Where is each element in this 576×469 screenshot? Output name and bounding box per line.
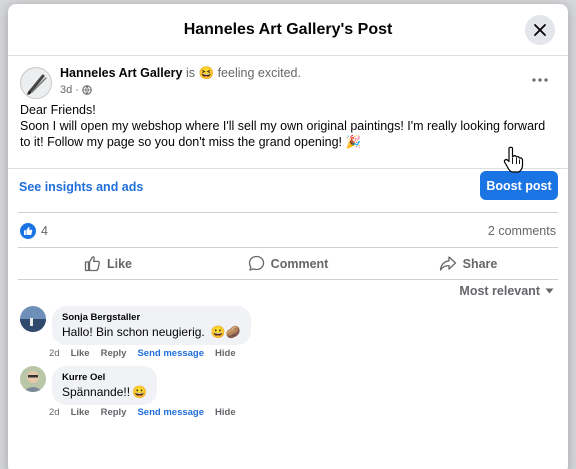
page-avatar[interactable] xyxy=(20,67,52,99)
comment-bubble-icon xyxy=(248,255,264,271)
comment-label: Comment xyxy=(270,256,329,271)
thumbs-up-icon xyxy=(84,256,100,272)
comment-count[interactable]: 2 comments xyxy=(488,224,556,238)
avatar-image xyxy=(20,366,46,392)
share-button[interactable]: Share xyxy=(378,248,558,279)
more-dots-icon xyxy=(532,78,548,82)
is-word: is xyxy=(186,66,196,80)
comment-author[interactable]: Kurre Oel xyxy=(62,372,147,383)
comment-bubble: Kurre Oel Spännande!! 😀 xyxy=(52,366,158,405)
paint-brush-icon xyxy=(22,69,51,98)
feeling-text: feeling excited. xyxy=(217,66,301,80)
commenter-avatar[interactable] xyxy=(20,366,46,392)
comment-like-button[interactable]: Like xyxy=(71,348,90,359)
author-name[interactable]: Hanneles Art Gallery xyxy=(60,66,183,80)
reactions-row: 4 2 comments xyxy=(18,212,558,247)
post-header: Hanneles Art Gallery is 😆 feeling excite… xyxy=(8,56,568,102)
author-line: Hanneles Art Gallery is 😆 feeling excite… xyxy=(60,66,301,81)
post-body: Dear Friends! Soon I will open my websho… xyxy=(8,102,568,150)
comment-author[interactable]: Sonja Bergstaller xyxy=(62,312,241,323)
post-body-line-1: Dear Friends! xyxy=(20,103,96,117)
comment-time[interactable]: 2d xyxy=(49,407,60,418)
comment-emojis: 😀🥔 xyxy=(210,325,241,339)
share-label: Share xyxy=(462,256,498,271)
post-time[interactable]: 3d xyxy=(60,84,72,96)
send-message-link[interactable]: Send message xyxy=(137,348,204,359)
dialog-header: Hanneles Art Gallery's Post xyxy=(8,4,568,56)
post-dialog: Hanneles Art Gallery's Post Hanneles Art… xyxy=(8,4,568,469)
close-icon xyxy=(534,24,546,36)
reaction-summary[interactable]: 4 xyxy=(20,223,48,239)
insights-row: See insights and ads Boost post xyxy=(8,168,568,212)
comment-hide-button[interactable]: Hide xyxy=(215,407,236,418)
comment-text: Spännande!! 😀 xyxy=(62,385,147,399)
like-reaction-icon xyxy=(20,223,36,239)
hand-cursor-icon xyxy=(503,146,525,179)
share-arrow-icon xyxy=(439,256,456,271)
comment-hide-button[interactable]: Hide xyxy=(215,348,236,359)
meta-separator: · xyxy=(75,84,79,96)
post-meta: 3d · xyxy=(60,84,92,96)
comment-actions: 2d Like Reply Send message Hide xyxy=(49,348,236,359)
dialog-title: Hanneles Art Gallery's Post xyxy=(183,20,393,38)
send-message-link[interactable]: Send message xyxy=(137,407,204,418)
post-actions: Like Comment Share xyxy=(18,247,558,280)
comment-text-content: Spännande!! xyxy=(62,385,131,399)
comment-reply-button[interactable]: Reply xyxy=(101,348,127,359)
comment-time[interactable]: 2d xyxy=(49,348,60,359)
avatar-image xyxy=(20,306,46,332)
globe-icon xyxy=(82,85,92,95)
like-label: Like xyxy=(106,256,132,271)
comment-actions: 2d Like Reply Send message Hide xyxy=(49,407,236,418)
close-button[interactable] xyxy=(525,15,555,45)
feeling-emoji: 😆 xyxy=(198,66,215,80)
see-insights-link[interactable]: See insights and ads xyxy=(19,180,143,194)
comment-sort-dropdown[interactable]: Most relevant xyxy=(459,284,554,298)
caret-down-icon xyxy=(545,288,554,294)
like-count: 4 xyxy=(41,224,48,238)
like-button[interactable]: Like xyxy=(18,248,198,279)
comment-like-button[interactable]: Like xyxy=(71,407,90,418)
comment-sort-row: Most relevant xyxy=(8,280,568,304)
comment-emojis: 😀 xyxy=(132,385,148,399)
comment-bubble: Sonja Bergstaller Hallo! Bin schon neugi… xyxy=(52,306,251,345)
sort-label: Most relevant xyxy=(459,284,540,298)
comment-reply-button[interactable]: Reply xyxy=(101,407,127,418)
commenter-avatar[interactable] xyxy=(20,306,46,332)
post-body-line-2: Soon I will open my webshop where I'll s… xyxy=(20,119,546,149)
comment-text: Hallo! Bin schon neugierig. 😀🥔 xyxy=(62,325,241,339)
comment-button[interactable]: Comment xyxy=(198,248,378,279)
comment-text-content: Hallo! Bin schon neugierig. xyxy=(62,325,205,339)
more-options-button[interactable] xyxy=(532,70,548,88)
